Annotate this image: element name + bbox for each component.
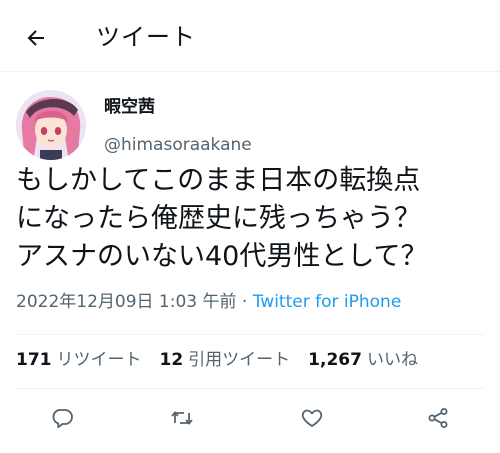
tweet-source[interactable]: Twitter for iPhone	[253, 292, 402, 312]
retweet-count[interactable]: 171 リツイート	[16, 348, 142, 372]
share-button[interactable]	[420, 400, 456, 436]
retweet-button[interactable]	[164, 400, 200, 436]
like-button[interactable]	[294, 400, 330, 436]
reply-button[interactable]	[44, 400, 80, 436]
page-title: ツイート	[96, 23, 196, 51]
back-button[interactable]	[20, 22, 52, 54]
tweet-stats: 171 リツイート 12 引用ツイート 1,267 いいね	[16, 348, 418, 372]
arrow-left-icon	[27, 30, 44, 46]
tweet-text: もしかしてこのまま日本の転換点 になったら俺歴史に残っちゃう？ アスナのいない4…	[16, 162, 496, 276]
tweet-meta: 2022年12月09日 1:03 午前 · Twitter for iPhone	[16, 291, 401, 313]
tweet-line: もしかしてこのまま日本の転換点	[16, 165, 421, 196]
quote-count[interactable]: 12 引用ツイート	[160, 348, 291, 372]
meta-separator: ·	[236, 292, 253, 312]
tweet-timestamp[interactable]: 2022年12月09日 1:03 午前	[16, 292, 237, 312]
like-icon	[301, 409, 323, 427]
author-handle[interactable]: @himasoraakane	[104, 134, 252, 156]
action-bar	[0, 400, 500, 440]
tweet-line: になったら俺歴史に残っちゃう？	[16, 203, 421, 234]
retweet-icon	[171, 411, 193, 425]
author-display-name[interactable]: 暇空茜	[104, 96, 155, 118]
divider	[16, 334, 484, 335]
tweet-line: アスナのいない40代男性として？	[16, 241, 428, 272]
avatar[interactable]	[16, 90, 86, 160]
header-bar: ツイート	[0, 0, 500, 72]
divider	[16, 388, 484, 389]
reply-icon	[52, 409, 73, 428]
share-icon	[428, 408, 448, 428]
like-count[interactable]: 1,267 いいね	[308, 348, 418, 372]
avatar-image	[16, 90, 86, 160]
